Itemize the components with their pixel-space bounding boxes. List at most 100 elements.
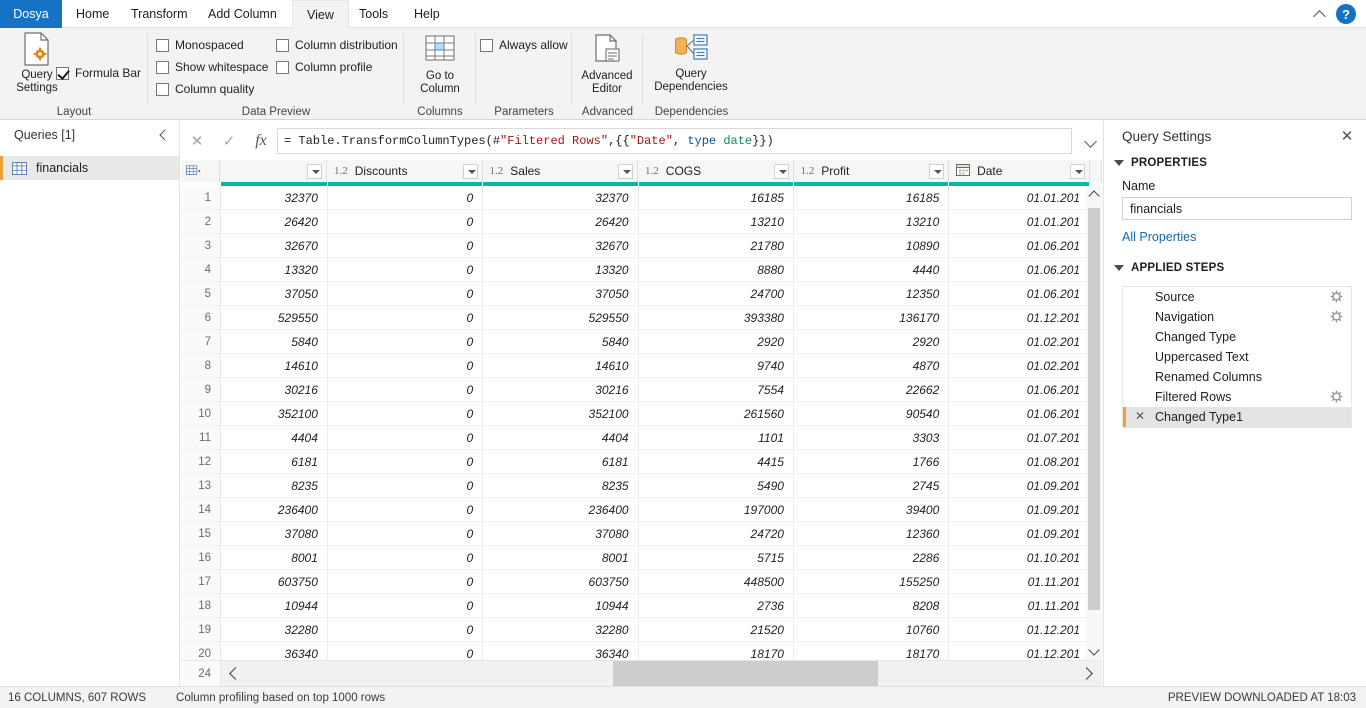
table-cell[interactable]: 30216	[483, 378, 639, 401]
table-cell[interactable]: 4870	[794, 354, 950, 377]
table-cell[interactable]: 236400	[221, 498, 328, 521]
grid-corner-button[interactable]	[181, 160, 220, 182]
column-header-index[interactable]	[219, 160, 327, 182]
table-cell[interactable]: 352100	[483, 402, 639, 425]
column-filter-dropdown-icon[interactable]	[307, 163, 322, 179]
table-cell[interactable]: 12360	[794, 522, 950, 545]
table-cell[interactable]: 01.06.201	[949, 402, 1091, 425]
table-cell[interactable]: 10944	[483, 594, 639, 617]
table-cell[interactable]: 37080	[483, 522, 639, 545]
table-cell[interactable]: 01.12.201	[949, 618, 1091, 641]
table-cell[interactable]: 01.09.201	[949, 474, 1091, 497]
table-cell[interactable]: 2745	[794, 474, 950, 497]
table-cell[interactable]: 26420	[483, 210, 639, 233]
table-cell[interactable]: 8880	[639, 258, 794, 281]
table-cell[interactable]: 529550	[221, 306, 328, 329]
table-cell[interactable]: 0	[328, 522, 484, 545]
tab-add-column[interactable]: Add Column	[194, 0, 291, 28]
table-row[interactable]: 17 603750 0 603750 448500 155250 01.11.201	[181, 570, 1102, 594]
advanced-editor-button[interactable]: Advanced Editor	[570, 34, 644, 96]
gear-icon[interactable]	[1330, 390, 1343, 403]
table-cell[interactable]: 12350	[794, 282, 950, 305]
table-cell[interactable]: 0	[328, 426, 484, 449]
table-cell[interactable]: 21520	[639, 618, 794, 641]
table-row[interactable]: 5 37050 0 37050 24700 12350 01.06.201	[181, 282, 1102, 306]
table-cell[interactable]: 21780	[639, 234, 794, 257]
table-cell[interactable]: 8001	[483, 546, 639, 569]
table-row[interactable]: 13 8235 0 8235 5490 2745 01.09.201	[181, 474, 1102, 498]
table-row[interactable]: 15 37080 0 37080 24720 12360 01.09.201	[181, 522, 1102, 546]
table-cell[interactable]: 0	[328, 282, 484, 305]
column-filter-dropdown-icon[interactable]	[1070, 163, 1086, 179]
table-row[interactable]: 7 5840 0 5840 2920 2920 01.02.201	[181, 330, 1102, 354]
table-cell[interactable]: 0	[328, 450, 484, 473]
table-row[interactable]: 1 32370 0 32370 16185 16185 01.01.201	[181, 186, 1102, 210]
table-cell[interactable]: 01.10.201	[949, 546, 1091, 569]
table-cell[interactable]: 01.08.201	[949, 450, 1091, 473]
table-cell[interactable]: 37050	[483, 282, 639, 305]
column-profile-checkbox-box[interactable]	[276, 60, 289, 74]
table-cell[interactable]: 1766	[794, 450, 950, 473]
table-cell[interactable]: 37080	[221, 522, 328, 545]
table-cell[interactable]: 0	[328, 210, 484, 233]
applied-step-changed-type1[interactable]: ✕ Changed Type1	[1123, 407, 1351, 427]
table-row[interactable]: 14 236400 0 236400 197000 39400 01.09.201	[181, 498, 1102, 522]
vertical-scroll-thumb[interactable]	[1088, 208, 1100, 610]
table-cell[interactable]: 0	[328, 570, 484, 593]
formula-input[interactable]: = Table.TransformColumnTypes(#"Filtered …	[277, 127, 1072, 154]
table-cell[interactable]: 261560	[639, 402, 794, 425]
tab-transform[interactable]: Transform	[117, 0, 202, 28]
table-cell[interactable]: 603750	[483, 570, 639, 593]
close-icon[interactable]: ✕	[1338, 127, 1356, 145]
cancel-formula-icon[interactable]: ✕	[181, 128, 213, 154]
table-cell[interactable]: 603750	[221, 570, 328, 593]
table-cell[interactable]: 0	[328, 546, 484, 569]
table-row[interactable]: 3 32670 0 32670 21780 10890 01.06.201	[181, 234, 1102, 258]
table-cell[interactable]: 393380	[639, 306, 794, 329]
table-cell[interactable]: 01.02.201	[949, 354, 1091, 377]
column-header-1[interactable]: 1	[1090, 160, 1102, 182]
collapse-panel-icon[interactable]	[157, 128, 171, 142]
formula-bar-checkbox[interactable]: Formula Bar	[56, 62, 141, 84]
table-cell[interactable]: 0	[328, 330, 484, 353]
table-cell[interactable]: 0	[328, 306, 484, 329]
table-row[interactable]: 18 10944 0 10944 2736 8208 01.11.201	[181, 594, 1102, 618]
table-cell[interactable]: 5490	[639, 474, 794, 497]
table-cell[interactable]: 01.06.201	[949, 258, 1091, 281]
expand-formula-chevron-icon[interactable]	[1080, 129, 1102, 153]
table-cell[interactable]: 0	[328, 354, 484, 377]
table-row[interactable]: 2 26420 0 26420 13210 13210 01.01.201	[181, 210, 1102, 234]
table-cell[interactable]: 32370	[221, 186, 328, 209]
gear-icon[interactable]	[1330, 310, 1343, 323]
column-filter-dropdown-icon[interactable]	[773, 163, 789, 179]
table-row[interactable]: 11 4404 0 4404 1101 3303 01.07.201	[181, 426, 1102, 450]
table-cell[interactable]: 4415	[639, 450, 794, 473]
table-cell[interactable]: 01.06.201	[949, 234, 1091, 257]
table-cell[interactable]: 32670	[483, 234, 639, 257]
table-cell[interactable]: 32280	[483, 618, 639, 641]
table-cell[interactable]: 26420	[221, 210, 328, 233]
table-cell[interactable]: 0	[328, 186, 484, 209]
table-cell[interactable]: 0	[328, 258, 484, 281]
column-header-profit[interactable]: 1.2 Profit	[793, 160, 950, 182]
accept-formula-icon[interactable]: ✓	[213, 128, 245, 154]
table-cell[interactable]: 3303	[794, 426, 950, 449]
table-cell[interactable]: 13210	[639, 210, 794, 233]
applied-step-uppercased-text[interactable]: Uppercased Text	[1123, 347, 1351, 367]
always-allow-checkbox-box[interactable]	[480, 38, 493, 52]
table-cell[interactable]: 24720	[639, 522, 794, 545]
table-cell[interactable]: 8235	[221, 474, 328, 497]
table-cell[interactable]: 10890	[794, 234, 950, 257]
gear-icon[interactable]	[1330, 290, 1343, 303]
table-cell[interactable]: 13210	[794, 210, 950, 233]
applied-step-renamed-columns[interactable]: Renamed Columns	[1123, 367, 1351, 387]
table-cell[interactable]: 6181	[221, 450, 328, 473]
table-cell[interactable]: 01.01.201	[949, 210, 1091, 233]
table-row[interactable]: 12 6181 0 6181 4415 1766 01.08.201	[181, 450, 1102, 474]
table-cell[interactable]: 1101	[639, 426, 794, 449]
table-cell[interactable]: 4404	[483, 426, 639, 449]
query-dependencies-button[interactable]: Query Dependencies	[654, 34, 728, 94]
table-cell[interactable]: 197000	[639, 498, 794, 521]
scroll-right-icon[interactable]	[1076, 661, 1102, 686]
table-cell[interactable]: 32370	[483, 186, 639, 209]
